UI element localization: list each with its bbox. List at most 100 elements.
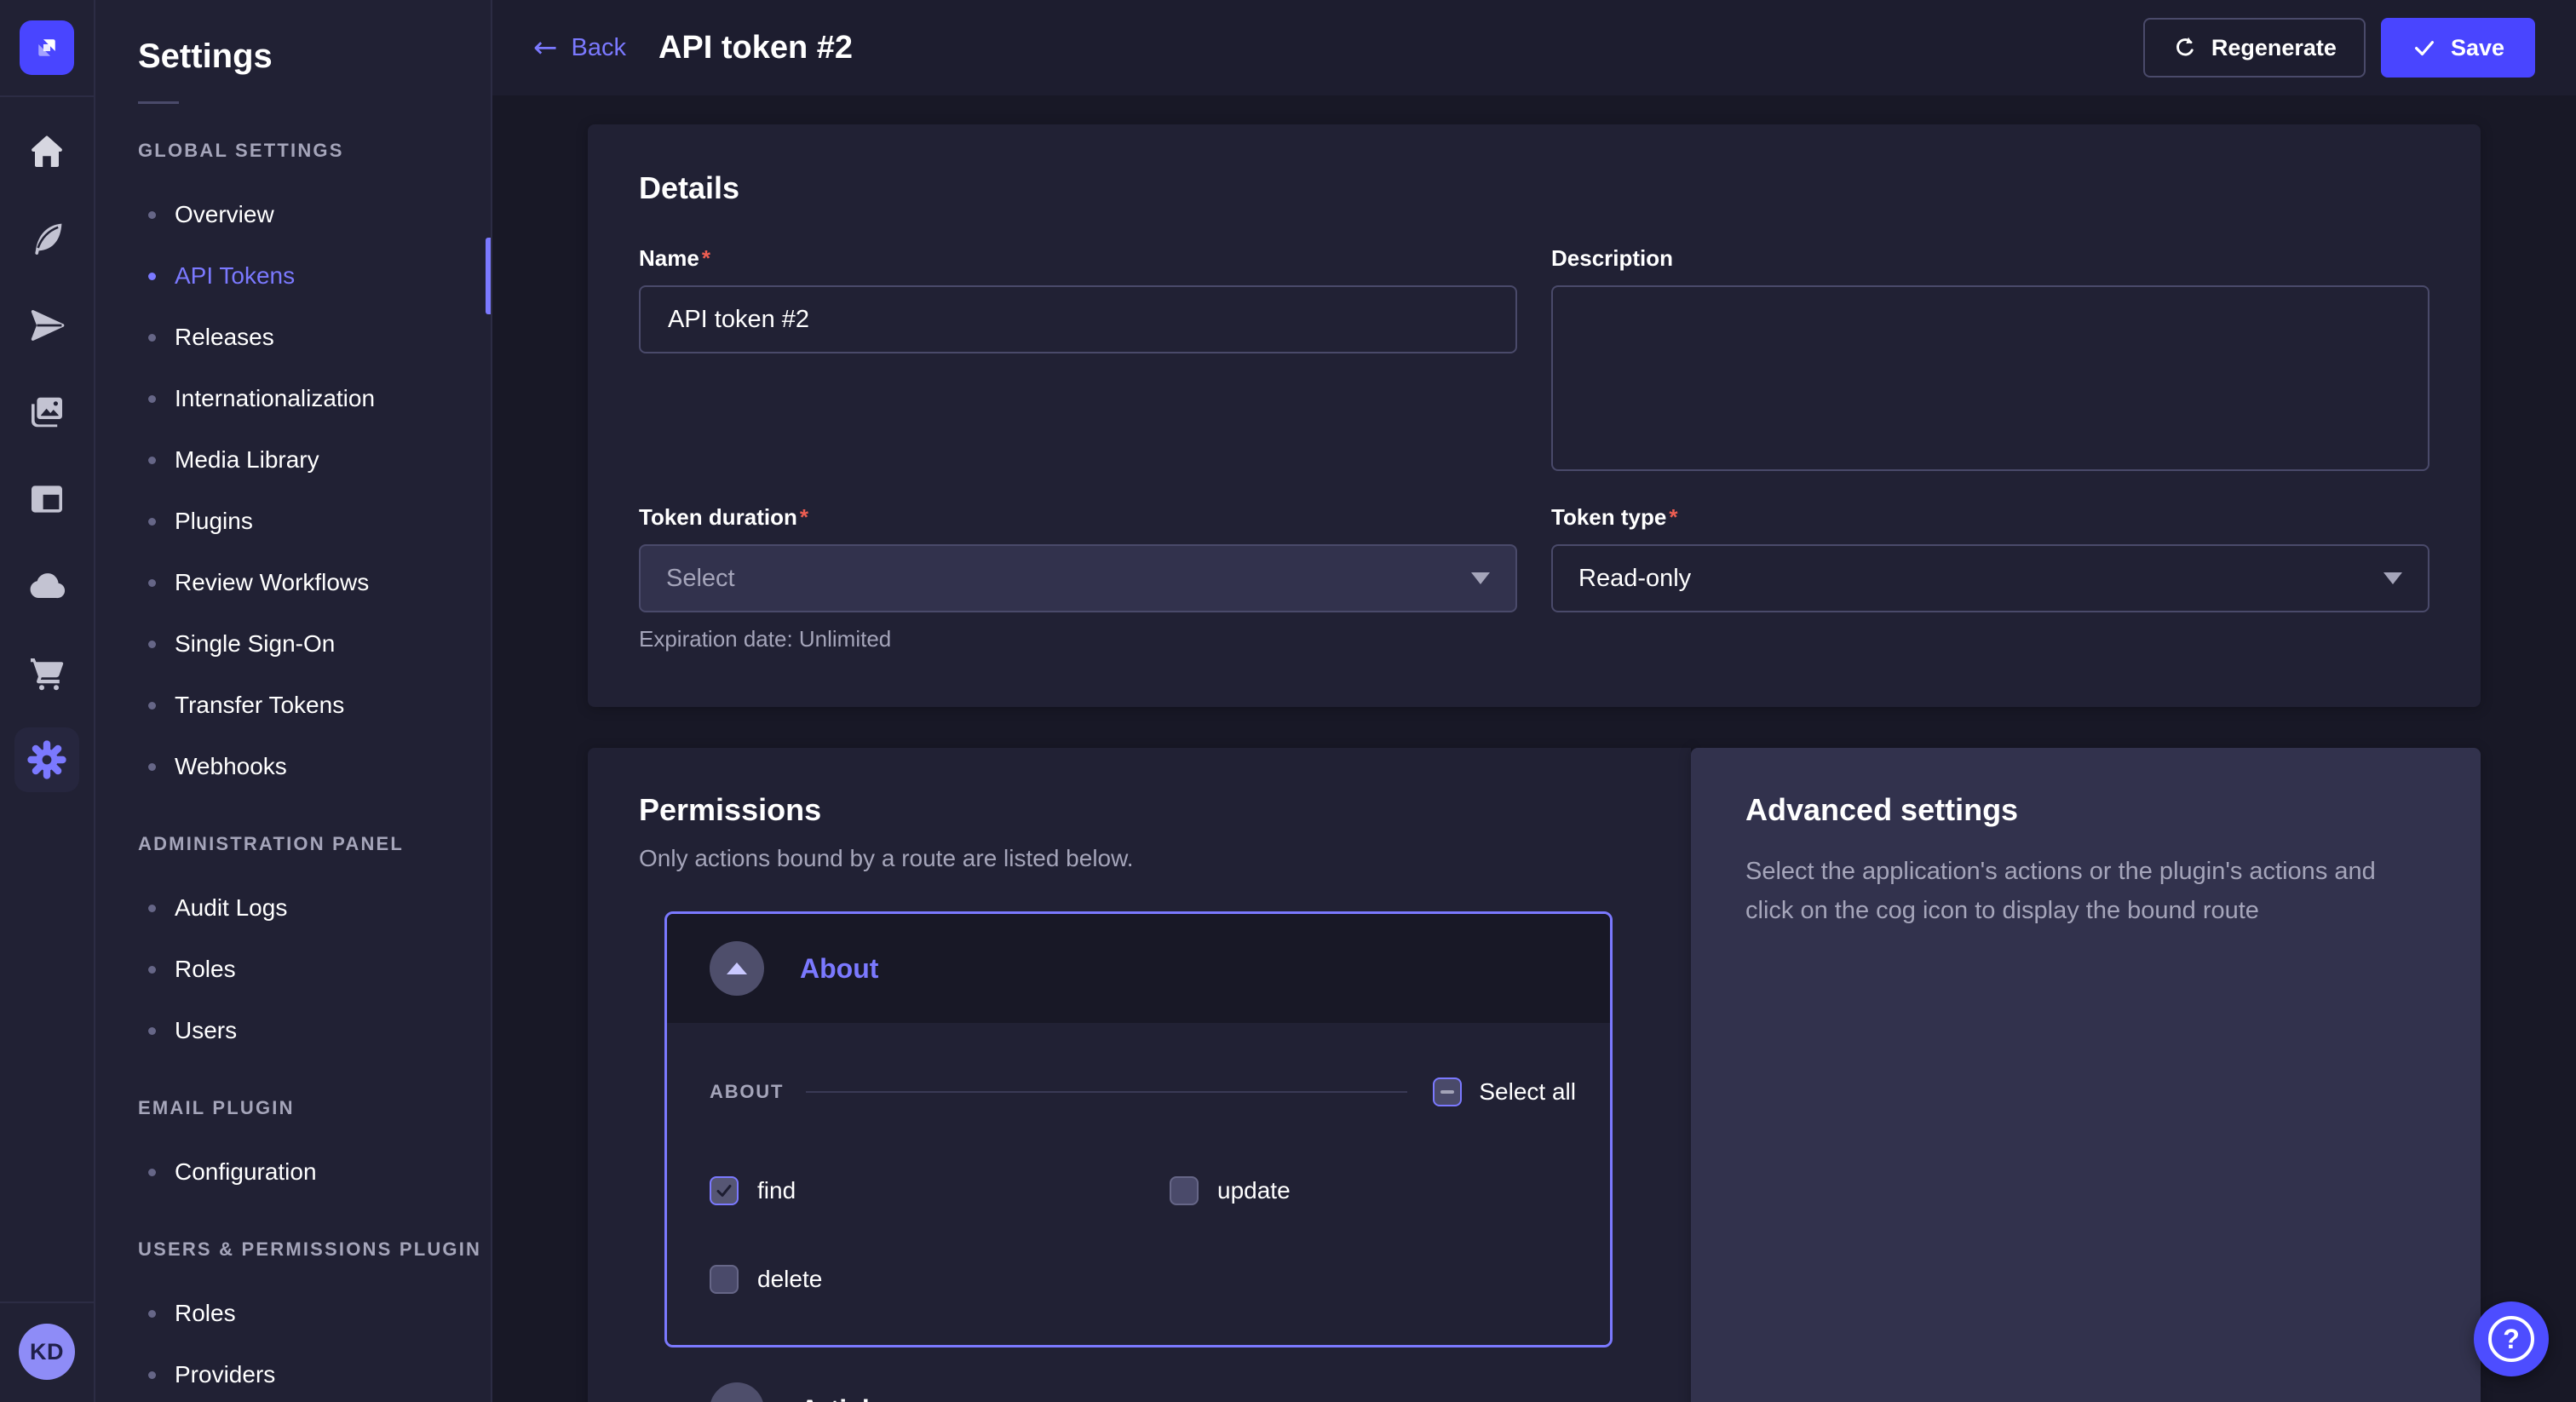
sidebar-item-internationalization[interactable]: Internationalization	[95, 368, 491, 429]
action-delete: delete	[710, 1265, 1170, 1294]
bullet-icon	[148, 457, 156, 464]
required-asterisk: *	[800, 504, 808, 530]
home-icon[interactable]	[14, 119, 79, 184]
media-library-icon[interactable]	[14, 380, 79, 445]
action-update: update	[1170, 1176, 1576, 1205]
required-asterisk: *	[1669, 504, 1677, 530]
settings-gear-icon[interactable]	[14, 727, 79, 792]
check-icon	[714, 1181, 734, 1201]
find-checkbox[interactable]	[710, 1176, 739, 1205]
rail-nav-icons	[14, 97, 79, 792]
token-duration-field-group: Token duration* Select Expiration date: …	[639, 504, 1517, 652]
regenerate-button[interactable]: Regenerate	[2143, 18, 2366, 78]
accordion-article-header[interactable]: Article	[664, 1347, 1613, 1402]
sidebar-item-admin-users[interactable]: Users	[95, 1000, 491, 1061]
page-title: API token #2	[658, 30, 853, 66]
actions-checkbox-grid: find update delete	[710, 1176, 1576, 1294]
cloud-icon[interactable]	[14, 554, 79, 618]
permissions-accordion-group: About ABOUT Select all	[664, 911, 1613, 1402]
chevron-up-icon	[727, 962, 747, 974]
sidebar-item-review-workflows[interactable]: Review Workflows	[95, 552, 491, 613]
sidebar-item-up-roles[interactable]: Roles	[95, 1283, 491, 1344]
select-all-checkbox[interactable]	[1433, 1077, 1462, 1106]
bullet-icon	[148, 395, 156, 403]
delete-checkbox[interactable]	[710, 1265, 739, 1294]
sidebar-item-audit-logs[interactable]: Audit Logs	[95, 877, 491, 939]
bullet-icon	[148, 334, 156, 342]
subnav-title-divider	[138, 101, 179, 104]
content-scroll-area[interactable]: Details Name* Description Token duration…	[492, 95, 2576, 1402]
accordion-about-header[interactable]: About	[667, 914, 1610, 1023]
about-group-header: ABOUT Select all	[710, 1077, 1576, 1106]
sidebar-item-single-sign-on[interactable]: Single Sign-On	[95, 613, 491, 675]
back-link[interactable]: ← Back	[533, 33, 626, 62]
bullet-icon	[148, 1169, 156, 1176]
settings-subnav: Settings GLOBAL SETTINGS Overview API To…	[95, 0, 492, 1402]
sidebar-item-up-providers[interactable]: Providers	[95, 1344, 491, 1402]
group-divider	[806, 1091, 1407, 1093]
sidebar-item-plugins[interactable]: Plugins	[95, 491, 491, 552]
required-asterisk: *	[702, 245, 710, 271]
description-label: Description	[1551, 245, 2429, 272]
feather-icon[interactable]	[14, 206, 79, 271]
accordion-article-label: Article	[800, 1394, 885, 1402]
token-type-select[interactable]: Read-only	[1551, 544, 2429, 612]
save-button[interactable]: Save	[2381, 18, 2535, 78]
bullet-icon	[148, 1027, 156, 1035]
token-type-field-group: Token type* Read-only	[1551, 504, 2429, 612]
sidebar-item-media-library[interactable]: Media Library	[95, 429, 491, 491]
section-label-email-plugin: EMAIL PLUGIN	[138, 1097, 491, 1119]
name-field[interactable]	[639, 285, 1517, 353]
chevron-down-icon	[1471, 572, 1490, 584]
strapi-logo-icon[interactable]	[20, 20, 74, 75]
update-checkbox[interactable]	[1170, 1176, 1199, 1205]
page-header: ← Back API token #2 Regenerate Save	[492, 0, 2576, 95]
rail-footer-divider	[0, 1301, 94, 1303]
description-field[interactable]	[1551, 285, 2429, 471]
shopping-cart-icon[interactable]	[14, 641, 79, 705]
help-button[interactable]	[2474, 1301, 2549, 1376]
refresh-icon	[2172, 35, 2198, 60]
paper-plane-icon[interactable]	[14, 293, 79, 358]
bullet-icon	[148, 763, 156, 771]
sidebar-item-releases[interactable]: Releases	[95, 307, 491, 368]
expiration-helper-text: Expiration date: Unlimited	[639, 626, 1517, 652]
about-group-label: ABOUT	[710, 1081, 784, 1103]
expand-toggle-button[interactable]	[710, 1382, 764, 1402]
bullet-icon	[148, 518, 156, 526]
sidebar-item-email-configuration[interactable]: Configuration	[95, 1141, 491, 1203]
accordion-about: About ABOUT Select all	[664, 911, 1613, 1347]
name-field-group: Name*	[639, 245, 1517, 353]
main-nav-rail: KD	[0, 0, 95, 1402]
sidebar-item-overview[interactable]: Overview	[95, 184, 491, 245]
chevron-down-icon	[2383, 572, 2402, 584]
collapse-toggle-button[interactable]	[710, 941, 764, 996]
sidebar-item-webhooks[interactable]: Webhooks	[95, 736, 491, 797]
details-card: Details Name* Description Token duration…	[588, 124, 2481, 707]
user-avatar[interactable]: KD	[19, 1324, 75, 1380]
select-all-label: Select all	[1479, 1078, 1576, 1106]
permissions-title: Permissions	[639, 792, 1613, 828]
bullet-icon	[148, 702, 156, 710]
sidebar-item-transfer-tokens[interactable]: Transfer Tokens	[95, 675, 491, 736]
back-arrow-icon: ←	[533, 33, 558, 62]
accordion-about-label: About	[800, 953, 878, 985]
token-duration-select[interactable]: Select	[639, 544, 1517, 612]
sidebar-item-admin-roles[interactable]: Roles	[95, 939, 491, 1000]
sidebar-item-api-tokens[interactable]: API Tokens	[95, 245, 491, 307]
section-label-global-settings: GLOBAL SETTINGS	[138, 140, 491, 162]
section-label-users-permissions-plugin: USERS & PERMISSIONS PLUGIN	[138, 1238, 491, 1261]
check-icon	[2412, 35, 2437, 60]
layout-icon[interactable]	[14, 467, 79, 531]
advanced-settings-title: Advanced settings	[1745, 792, 2426, 828]
token-type-value: Read-only	[1578, 565, 1691, 593]
action-find: find	[710, 1176, 1170, 1205]
bullet-icon	[148, 1310, 156, 1318]
subnav-title: Settings	[138, 37, 491, 76]
strapi-admin-app: KD Settings GLOBAL SETTINGS Overview API…	[0, 0, 2576, 1402]
token-duration-placeholder: Select	[666, 565, 735, 593]
accordion-about-body: ABOUT Select all find	[667, 1023, 1610, 1345]
advanced-settings-description: Select the application's actions or the …	[1745, 852, 2426, 931]
permissions-card: Permissions Only actions bound by a rout…	[588, 748, 1691, 1402]
header-actions: Regenerate Save	[2143, 18, 2535, 78]
